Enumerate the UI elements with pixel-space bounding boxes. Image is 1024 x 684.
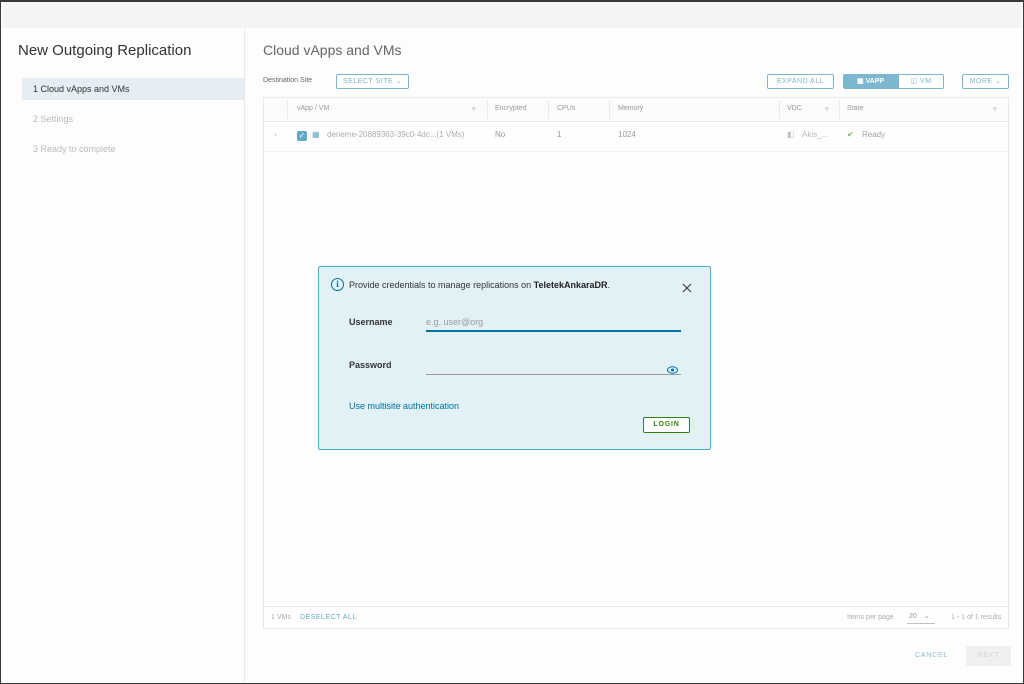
- wizard-title: New Outgoing Replication: [18, 42, 192, 59]
- dialog-message-prefix: Provide credentials to manage replicatio…: [349, 280, 534, 290]
- chevron-down-icon: ⌄: [923, 613, 930, 620]
- username-input[interactable]: [426, 313, 681, 331]
- vdc-icon: ◧: [787, 130, 795, 139]
- column-header-encrypted[interactable]: Encrypted: [495, 105, 527, 112]
- items-per-page-select[interactable]: 20 ⌄: [907, 612, 935, 624]
- vm-toggle-label: VM: [920, 78, 932, 85]
- column-separator: [779, 101, 780, 119]
- column-separator: [609, 101, 610, 119]
- column-header-vdc[interactable]: VDC: [787, 105, 802, 112]
- items-per-page-label: Items per page: [847, 614, 894, 621]
- dialog-message: Provide credentials to manage replicatio…: [349, 280, 610, 290]
- more-label: MORE: [969, 78, 993, 85]
- vapp-icon: ▦: [856, 78, 864, 85]
- step-settings[interactable]: 2 Settings: [22, 108, 244, 130]
- step-cloud-vapps[interactable]: 1 Cloud vApps and VMs: [22, 78, 244, 100]
- chevron-down-icon: ⌄: [995, 78, 1002, 85]
- filter-icon[interactable]: ▿: [472, 105, 476, 113]
- column-separator: [548, 101, 549, 119]
- info-icon: i: [331, 278, 344, 291]
- pagination-results: 1 - 1 of 1 results: [951, 614, 1002, 621]
- next-button[interactable]: NEXT: [966, 646, 1011, 666]
- username-underline: [426, 330, 681, 332]
- column-separator: [287, 101, 288, 119]
- items-per-page-value: 20: [909, 613, 917, 620]
- column-header-memory[interactable]: Memory: [618, 105, 643, 112]
- datagrid-header: vApp / VM ▿ Encrypted CPUs Memory VDC ▿ …: [264, 98, 1008, 122]
- destination-site-label: Destination Site: [263, 77, 313, 84]
- filter-icon[interactable]: ▿: [993, 105, 997, 113]
- selected-count: 1 VMs: [271, 614, 291, 621]
- deselect-all-button[interactable]: DESELECT ALL: [300, 614, 357, 621]
- chevron-right-icon[interactable]: ›: [274, 130, 277, 139]
- column-header-vapp-vm[interactable]: vApp / VM: [297, 105, 329, 112]
- select-site-button[interactable]: SELECT SITE ⌄: [336, 74, 409, 89]
- dialog-site-name: TeletekAnkaraDR: [533, 280, 608, 290]
- column-header-state[interactable]: State: [847, 105, 863, 112]
- ready-check-icon: ✔: [847, 130, 854, 139]
- password-underline: [426, 374, 681, 375]
- memory-value: 1024: [618, 130, 636, 139]
- select-site-label: SELECT SITE: [343, 78, 394, 85]
- table-row[interactable]: › ✓ ▦ deneme-20889363-39c0-4dc...(1 VMs)…: [264, 122, 1008, 152]
- password-label: Password: [349, 360, 392, 370]
- column-header-cpus[interactable]: CPUs: [557, 105, 575, 112]
- cancel-button[interactable]: CANCEL: [915, 652, 948, 659]
- row-checkbox[interactable]: ✓: [297, 131, 307, 141]
- eye-icon[interactable]: [667, 361, 678, 374]
- more-button[interactable]: MORE ⌄: [962, 74, 1009, 89]
- vdc-value[interactable]: Akis_...: [802, 130, 828, 139]
- step-ready-to-complete[interactable]: 3 Ready to complete: [22, 138, 244, 160]
- datagrid-footer: 1 VMs DESELECT ALL Items per page 20 ⌄ 1…: [264, 606, 1008, 628]
- expand-all-button[interactable]: EXPAND ALL: [767, 74, 834, 89]
- username-label: Username: [349, 317, 393, 327]
- cpus-value: 1: [557, 130, 562, 139]
- vapp-icon: ▦: [312, 130, 320, 139]
- column-separator: [839, 101, 840, 119]
- password-input[interactable]: [426, 356, 661, 374]
- multisite-auth-link[interactable]: Use multisite authentication: [349, 401, 459, 411]
- content-title: Cloud vApps and VMs: [263, 42, 402, 58]
- vapp-name[interactable]: deneme-20889363-39c0-4dc...(1 VMs): [327, 130, 464, 139]
- filter-icon[interactable]: ▿: [825, 105, 829, 113]
- window-titlebar: [3, 2, 1021, 28]
- column-separator: [487, 101, 488, 119]
- state-value: Ready: [862, 130, 886, 139]
- login-button[interactable]: LOGIN: [643, 417, 690, 433]
- credentials-dialog: i Provide credentials to manage replicat…: [318, 266, 711, 450]
- close-icon[interactable]: [681, 281, 693, 293]
- vm-icon: ◫: [910, 78, 918, 85]
- dialog-message-suffix: .: [607, 280, 610, 290]
- eye-icon-svg: [667, 366, 678, 374]
- vm-toggle[interactable]: ◫ VM: [898, 74, 944, 89]
- vapp-toggle[interactable]: ▦ VAPP: [843, 74, 898, 89]
- vapp-toggle-label: VAPP: [865, 78, 885, 85]
- chevron-down-icon: ⌄: [395, 78, 402, 85]
- encrypted-value: No: [495, 130, 506, 139]
- close-icon-svg: [682, 283, 692, 293]
